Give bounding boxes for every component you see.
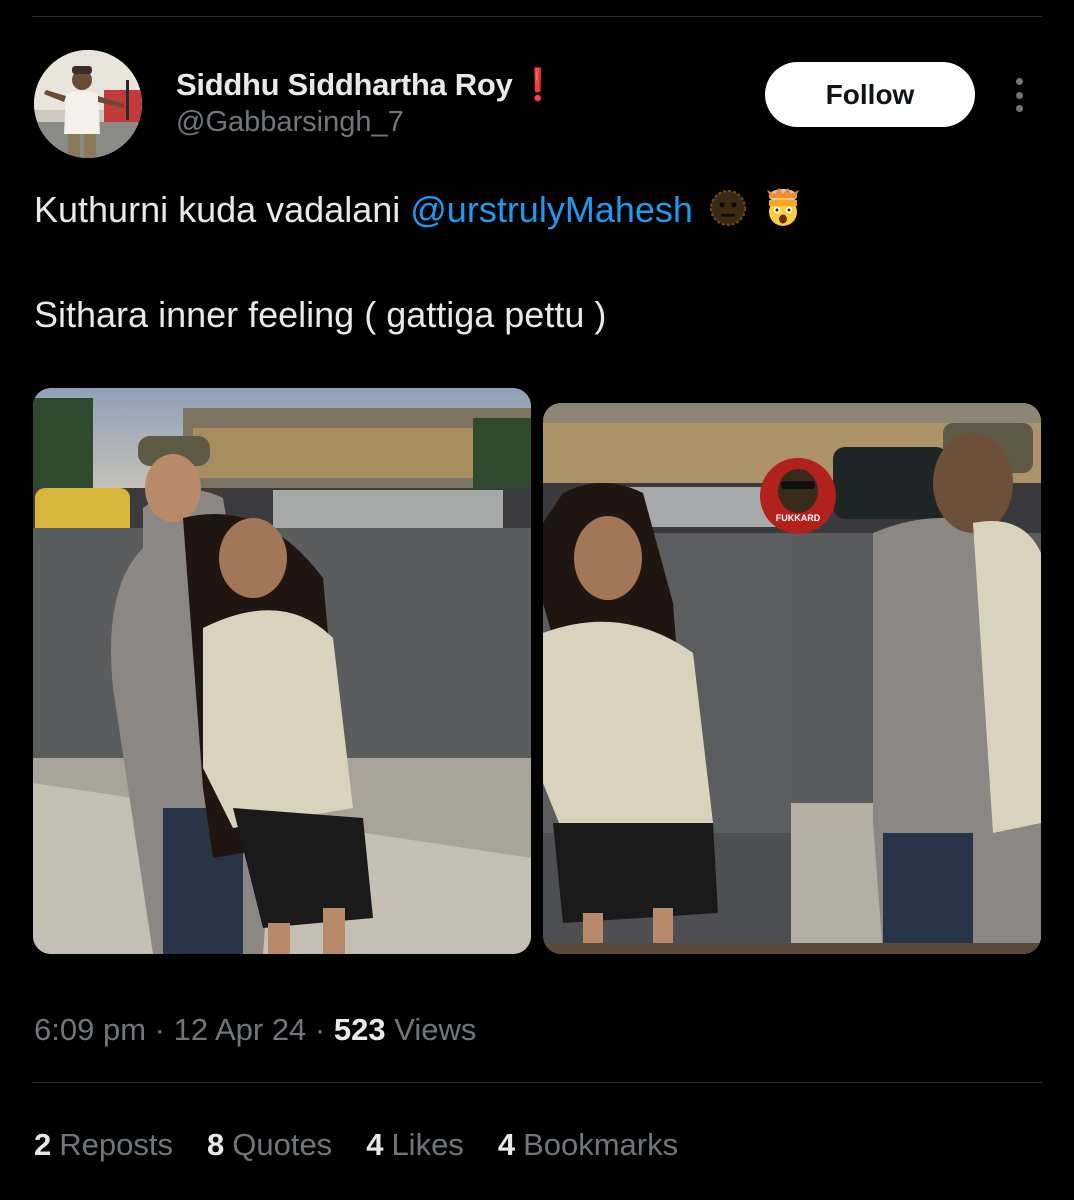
author-handle[interactable]: @Gabbarsingh_7 (176, 106, 404, 139)
watermark-text: FUKKARD (776, 513, 821, 523)
reposts-count: 2 (34, 1127, 52, 1162)
stats-divider (32, 1082, 1042, 1083)
quotes-stat[interactable]: 8 Quotes (207, 1127, 332, 1163)
tweet-photo-2[interactable]: FUKKARD (543, 403, 1041, 954)
meta-separator: · (306, 1012, 334, 1047)
views-label: Views (385, 1012, 477, 1047)
quotes-count: 8 (206, 1127, 225, 1162)
reposts-stat[interactable]: 2 Reposts (34, 1127, 173, 1163)
quotes-label: Quotes (232, 1127, 333, 1162)
likes-stat[interactable]: 4 Likes (366, 1127, 464, 1163)
author-display-name[interactable]: Siddhu Siddhartha Roy ❗ (176, 66, 557, 103)
top-divider (32, 16, 1042, 17)
bookmarks-label: Bookmarks (523, 1127, 679, 1162)
reposts-label: Reposts (59, 1127, 173, 1162)
views-count: 523 (333, 1012, 386, 1047)
tweet-time[interactable]: 6:09 pm (34, 1012, 146, 1047)
bookmarks-count: 4 (497, 1127, 516, 1162)
more-dot (1015, 91, 1023, 99)
dark-face-emoji-icon (709, 189, 747, 236)
more-options-icon[interactable] (1002, 72, 1036, 118)
author-name-text: Siddhu Siddhartha Roy (176, 67, 513, 102)
more-dot (1015, 105, 1023, 112)
author-avatar[interactable] (34, 50, 142, 158)
exclamation-badge-icon: ❗ (518, 67, 557, 102)
tweet-meta: 6:09 pm · 12 Apr 24 · 523 Views (34, 1012, 476, 1048)
meta-separator: · (146, 1012, 174, 1047)
more-dot (1015, 78, 1023, 85)
tweet-text: Kuthurni kuda vadalani (34, 189, 411, 231)
tweet-text-line-1: Kuthurni kuda vadalani @urstrulyMahesh (34, 188, 803, 237)
exploding-head-icon (763, 188, 803, 237)
tweet-photo-1[interactable] (33, 388, 531, 954)
bookmarks-stat[interactable]: 4 Bookmarks (498, 1127, 678, 1163)
tweet-text-line-2: Sithara inner feeling ( gattiga pettu ) (34, 294, 607, 335)
likes-label: Likes (391, 1127, 464, 1162)
likes-count: 4 (366, 1127, 384, 1162)
mention-link[interactable]: @urstrulyMahesh (410, 189, 693, 230)
follow-button[interactable]: Follow (765, 62, 975, 127)
tweet-date[interactable]: 12 Apr 24 (174, 1012, 307, 1047)
engagement-stats: 2 Reposts 8 Quotes 4 Likes 4 Bookmarks (34, 1127, 678, 1163)
